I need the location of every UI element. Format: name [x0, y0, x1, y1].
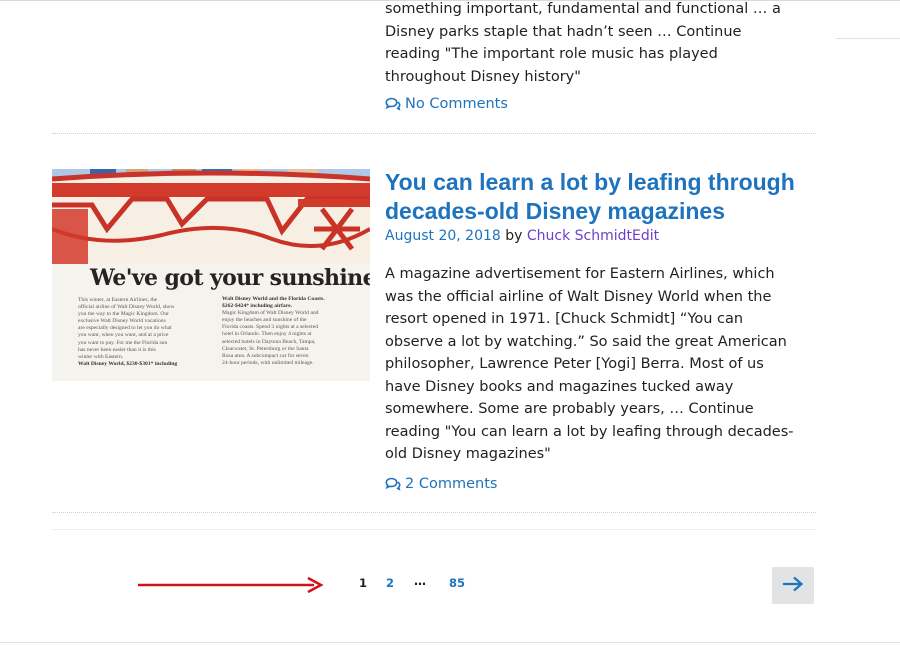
arrow-right-icon	[782, 576, 804, 596]
page-number-current: 1	[359, 576, 368, 590]
post-date-link[interactable]: August 20, 2018	[385, 228, 501, 244]
pagination-ellipsis: …	[414, 574, 426, 588]
author-link[interactable]: Chuck Schmidt	[527, 228, 632, 244]
edit-link[interactable]: Edit	[632, 228, 659, 244]
ad-right-column: Walt Disney World and the Florida Coasts…	[222, 296, 325, 366]
post-title-link[interactable]: You can learn a lot by leafing through d…	[385, 168, 805, 225]
comment-bubbles-icon	[385, 477, 401, 491]
ad-left-column: This winter, at Eastern Airlines, the of…	[78, 297, 178, 367]
ad-headline: We've got your sunshine.	[90, 265, 370, 291]
next-page-button[interactable]	[772, 567, 814, 604]
page-number-link[interactable]: 85	[449, 576, 465, 590]
sidebar-divider	[836, 38, 900, 39]
post-separator	[52, 133, 816, 134]
comment-bubbles-icon	[385, 97, 401, 111]
pagination-divider	[52, 529, 816, 530]
byline-prefix: by	[505, 228, 523, 244]
comments-label: No Comments	[405, 96, 508, 112]
post-meta: August 20, 2018 by Chuck SchmidtEdit	[385, 228, 659, 244]
bottom-divider	[0, 642, 900, 643]
page-number-link[interactable]: 2	[386, 576, 394, 590]
post-thumbnail[interactable]: We've got your sunshine. This winter, at…	[52, 169, 370, 381]
previous-post-excerpt: something important, fundamental and fun…	[385, 1, 781, 85]
previous-post-comments-link[interactable]: No Comments	[385, 96, 508, 112]
post-excerpt: A magazine advertisement for Eastern Air…	[385, 266, 794, 462]
post-comments-link[interactable]: 2 Comments	[385, 476, 497, 492]
pagination: 1 2 … 85	[0, 565, 900, 605]
post-separator	[52, 512, 816, 513]
comments-label: 2 Comments	[405, 476, 498, 492]
